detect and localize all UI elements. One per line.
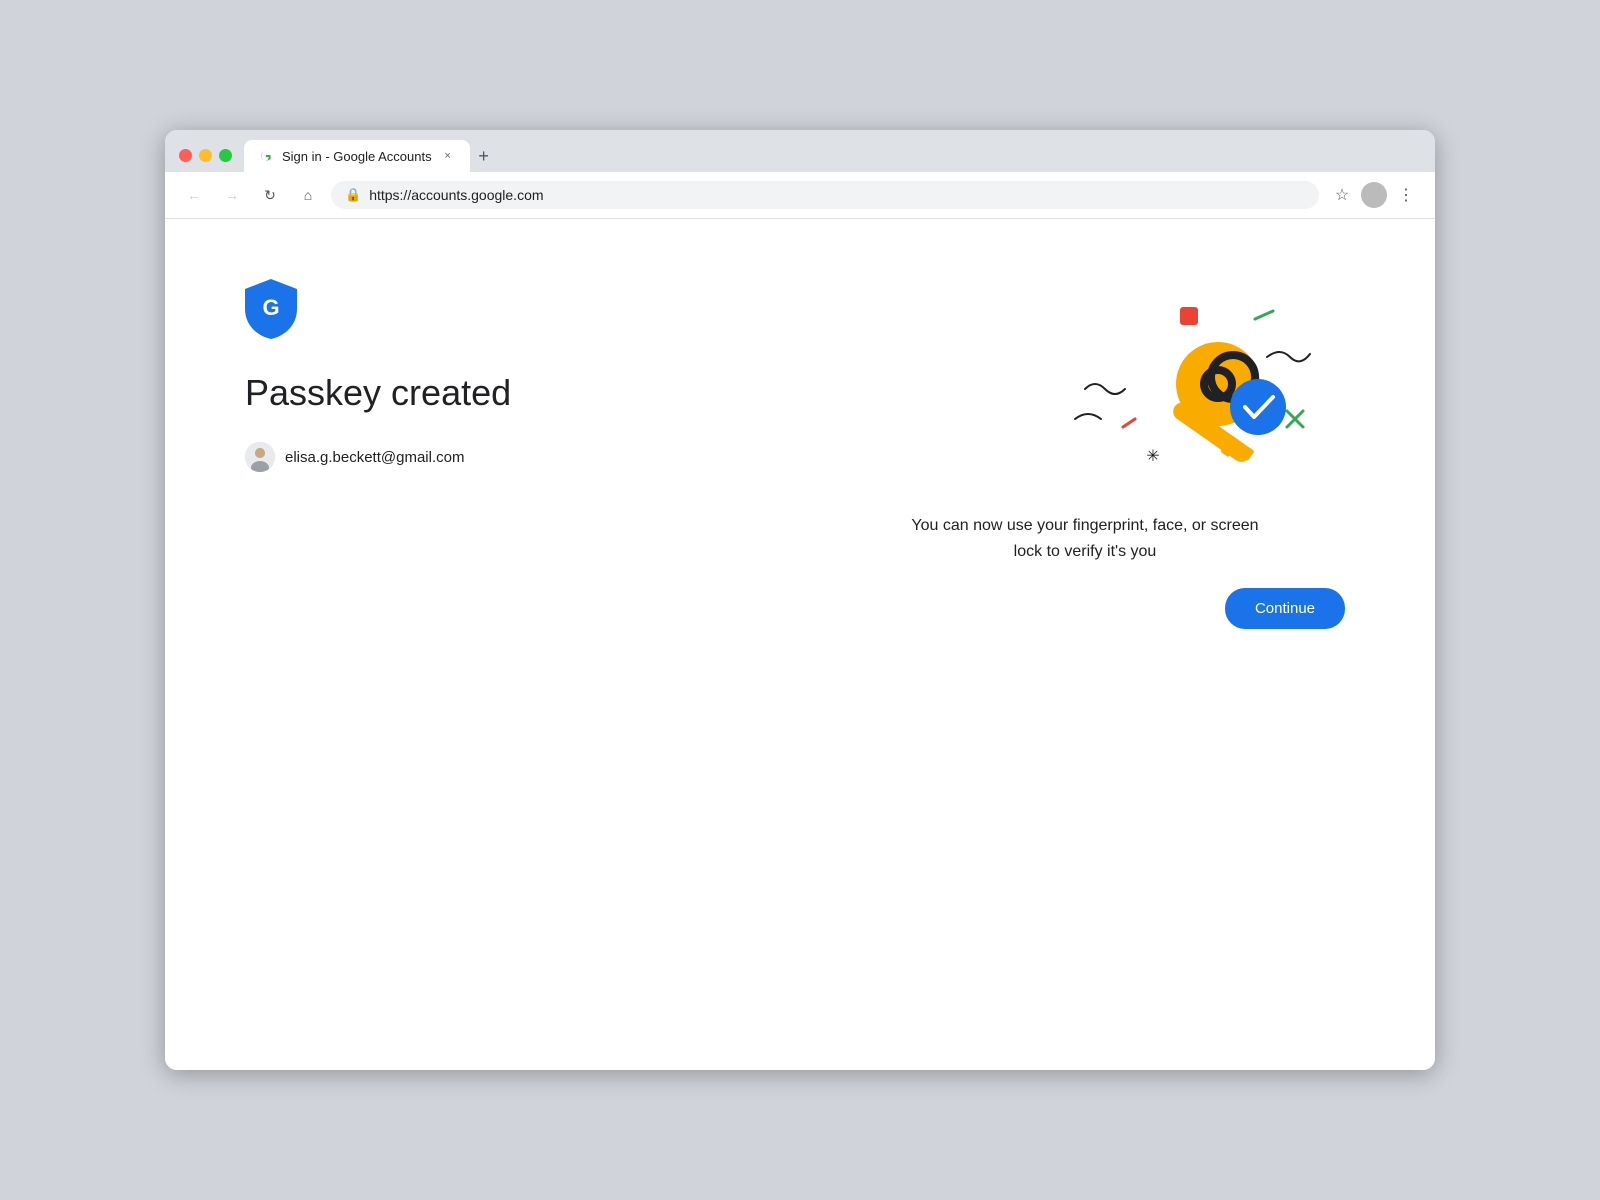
right-panel: ✳ <box>825 279 1345 629</box>
user-avatar <box>245 442 275 472</box>
home-icon: ⌂ <box>304 187 312 203</box>
more-icon: ⋮ <box>1398 185 1414 205</box>
profile-avatar[interactable] <box>1361 182 1387 208</box>
passkey-illustration: ✳ <box>1025 289 1345 489</box>
key-svg: ✳ <box>1025 289 1345 489</box>
maximize-window-button[interactable] <box>219 149 232 162</box>
google-tab-icon <box>258 148 274 164</box>
description-text: You can now use your fingerprint, face, … <box>895 513 1275 564</box>
continue-button[interactable]: Continue <box>1225 588 1345 629</box>
back-button[interactable]: ← <box>179 180 209 210</box>
tab-close-button[interactable]: × <box>440 148 456 164</box>
lock-icon: 🔒 <box>345 187 361 203</box>
title-bar: Sign in - Google Accounts × + <box>165 130 1435 172</box>
left-panel: G Passkey created elisa.g. <box>245 279 665 472</box>
browser-tab-active[interactable]: Sign in - Google Accounts × <box>244 140 470 172</box>
browser-window: Sign in - Google Accounts × + ← → ↻ ⌂ 🔒 … <box>165 130 1435 1070</box>
minimize-window-button[interactable] <box>199 149 212 162</box>
home-button[interactable]: ⌂ <box>293 180 323 210</box>
svg-text:✳: ✳ <box>1146 448 1159 465</box>
reload-icon: ↻ <box>264 187 276 204</box>
reload-button[interactable]: ↻ <box>255 180 285 210</box>
page-heading: Passkey created <box>245 371 665 414</box>
new-tab-button[interactable]: + <box>470 142 498 170</box>
more-menu-button[interactable]: ⋮ <box>1391 180 1421 210</box>
tab-title: Sign in - Google Accounts <box>282 149 432 164</box>
back-icon: ← <box>187 187 201 203</box>
user-row: elisa.g.beckett@gmail.com <box>245 442 665 472</box>
url-display: https://accounts.google.com <box>369 187 1305 203</box>
avatar-image <box>245 442 275 472</box>
bookmark-button[interactable]: ☆ <box>1327 180 1357 210</box>
forward-button[interactable]: → <box>217 180 247 210</box>
nav-right-controls: ☆ ⋮ <box>1327 180 1421 210</box>
traffic-lights <box>179 149 232 172</box>
user-email: elisa.g.beckett@gmail.com <box>285 449 464 466</box>
close-window-button[interactable] <box>179 149 192 162</box>
tab-bar: Sign in - Google Accounts × + <box>244 140 1421 172</box>
svg-text:G: G <box>262 295 279 320</box>
main-layout: G Passkey created elisa.g. <box>245 279 1345 629</box>
address-bar[interactable]: 🔒 https://accounts.google.com <box>331 181 1319 209</box>
star-icon: ☆ <box>1335 185 1349 205</box>
page-content: G Passkey created elisa.g. <box>165 219 1435 1070</box>
nav-bar: ← → ↻ ⌂ 🔒 https://accounts.google.com ☆ … <box>165 172 1435 219</box>
google-shield-logo: G <box>245 279 297 339</box>
forward-icon: → <box>225 187 239 203</box>
